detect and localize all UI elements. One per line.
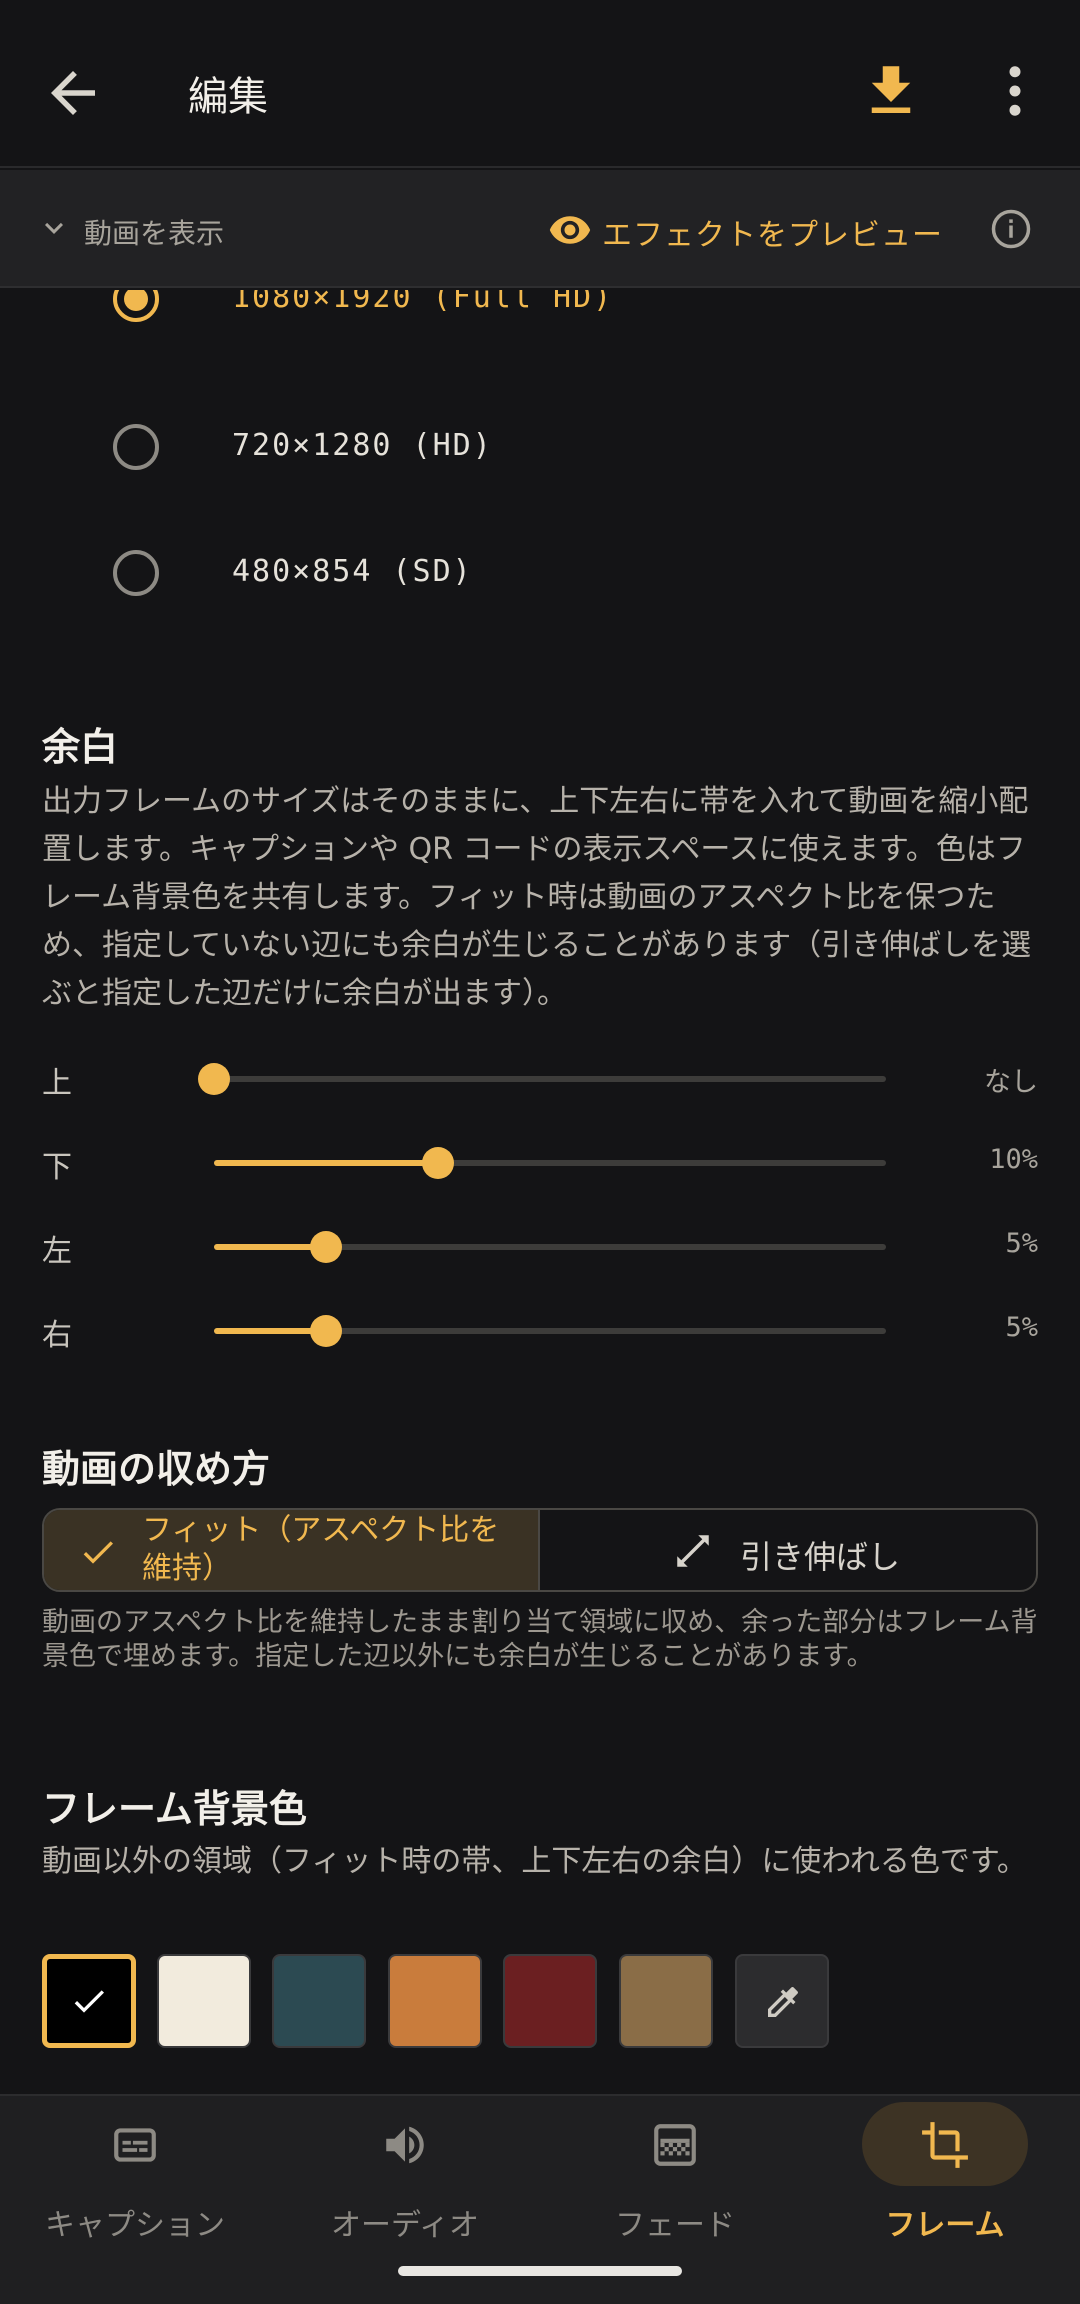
slider-fill <box>214 1160 438 1166</box>
stretch-option-label: 引き伸ばし <box>740 1538 901 1576</box>
nav-label: フレーム <box>885 2208 1005 2243</box>
fade-icon <box>654 2124 696 2166</box>
radio-button-selected[interactable] <box>113 290 159 322</box>
slider-value: 5% <box>1005 1312 1038 1343</box>
margin-slider-top[interactable]: 上 なし <box>0 1048 1080 1108</box>
color-swatch-row <box>42 1954 1042 2050</box>
resolution-option-sd[interactable]: 480×854 (SD) <box>0 540 1080 640</box>
expand-diagonal-icon <box>677 1535 709 1567</box>
resolution-option-hd[interactable]: 720×1280 (HD) <box>0 414 1080 514</box>
nav-label: フェード <box>615 2208 735 2243</box>
margin-slider-right[interactable]: 右 5% <box>0 1300 1080 1360</box>
nav-label: キャプション <box>45 2208 225 2243</box>
margin-description: 出力フレームのサイズはそのままに、上下左右に帯を入れて動画を縮小配置します。キャ… <box>42 784 1032 1011</box>
slider-track[interactable] <box>214 1147 886 1179</box>
slider-label: 上 <box>42 1066 72 1101</box>
slider-thumb[interactable] <box>198 1063 230 1095</box>
slider-value: 5% <box>1005 1228 1038 1259</box>
nav-item-frame[interactable]: フレーム <box>810 2096 1080 2304</box>
color-swatch[interactable] <box>619 1954 713 2048</box>
color-swatch[interactable] <box>272 1954 366 2048</box>
slider-thumb[interactable] <box>310 1315 343 1347</box>
crop-icon <box>922 2122 968 2168</box>
slider-thumb[interactable] <box>310 1231 343 1263</box>
slider-thumb[interactable] <box>421 1147 454 1179</box>
back-arrow-icon[interactable] <box>40 60 106 126</box>
scroll-content: 1080×1920 (Full HD) 720×1280 (HD) 480×85… <box>0 290 1080 2090</box>
preview-effect-button[interactable]: エフェクトをプレビュー <box>602 210 943 254</box>
margin-slider-bottom[interactable]: 下 10% <box>0 1132 1080 1192</box>
nav-item-caption[interactable]: キャプション <box>0 2096 270 2304</box>
check-icon <box>83 1541 113 1564</box>
fit-mode-description: 動画のアスペクト比を維持したまま割り当て領域に収め、余った部分はフレーム背景色で… <box>42 1607 1038 1672</box>
color-swatch[interactable] <box>503 1954 597 2048</box>
fit-mode-title: 動画の収め方 <box>42 1447 271 1491</box>
chevron-down-icon[interactable] <box>36 210 72 246</box>
fit-mode-segmented-control: フィット（アスペクト比を維持） 引き伸ばし <box>42 1508 1038 1592</box>
slider-value: 10% <box>989 1144 1038 1175</box>
more-vert-icon[interactable] <box>982 58 1048 124</box>
slider-label: 左 <box>42 1234 72 1269</box>
slider-label: 右 <box>42 1318 72 1353</box>
fit-option-label: フィット（アスペクト比を維持） <box>142 1513 500 1586</box>
resolution-label: 480×854 (SD) <box>232 554 473 589</box>
slider-track[interactable] <box>214 1231 886 1263</box>
stretch-option-button[interactable]: 引き伸ばし <box>542 1510 1036 1590</box>
resolution-label: 1080×1920 (Full HD) <box>232 290 614 315</box>
slider-label: 下 <box>42 1150 72 1185</box>
margin-section-title: 余白 <box>42 725 119 769</box>
download-icon[interactable] <box>858 58 924 124</box>
show-video-toggle[interactable]: 動画を表示 <box>84 212 224 252</box>
color-swatch[interactable] <box>388 1954 482 2048</box>
radio-button[interactable] <box>113 424 159 470</box>
nav-label: オーディオ <box>331 2208 479 2243</box>
slider-track[interactable] <box>198 1063 886 1095</box>
preview-bar: 動画を表示 エフェクトをプレビュー <box>0 170 1080 288</box>
slider-track[interactable] <box>214 1315 886 1347</box>
eyedropper-button[interactable] <box>735 1954 829 2048</box>
resolution-label: 720×1280 (HD) <box>232 428 493 463</box>
color-swatch[interactable] <box>157 1954 251 2048</box>
radio-button[interactable] <box>113 550 159 596</box>
fit-option-button[interactable]: フィット（アスペクト比を維持） <box>44 1510 540 1590</box>
margin-slider-left[interactable]: 左 5% <box>0 1216 1080 1276</box>
top-app-bar: 編集 <box>0 0 1080 168</box>
color-swatch[interactable] <box>42 1954 136 2048</box>
frame-bg-title: フレーム背景色 <box>42 1787 307 1831</box>
page-title: 編集 <box>188 74 268 120</box>
slider-value: なし <box>984 1067 1038 1098</box>
home-indicator <box>398 2266 682 2276</box>
resolution-option-fullhd[interactable]: 1080×1920 (Full HD) <box>0 290 1080 354</box>
eye-icon[interactable] <box>548 208 592 252</box>
caption-icon <box>114 2128 156 2162</box>
check-icon <box>74 1990 104 2013</box>
info-icon[interactable] <box>990 208 1032 250</box>
audio-icon <box>386 2126 424 2164</box>
frame-bg-description: 動画以外の領域（フィット時の帯、上下左右の余白）に使われる色です。 <box>42 1844 1027 1879</box>
eyedropper-icon <box>768 1987 798 2017</box>
